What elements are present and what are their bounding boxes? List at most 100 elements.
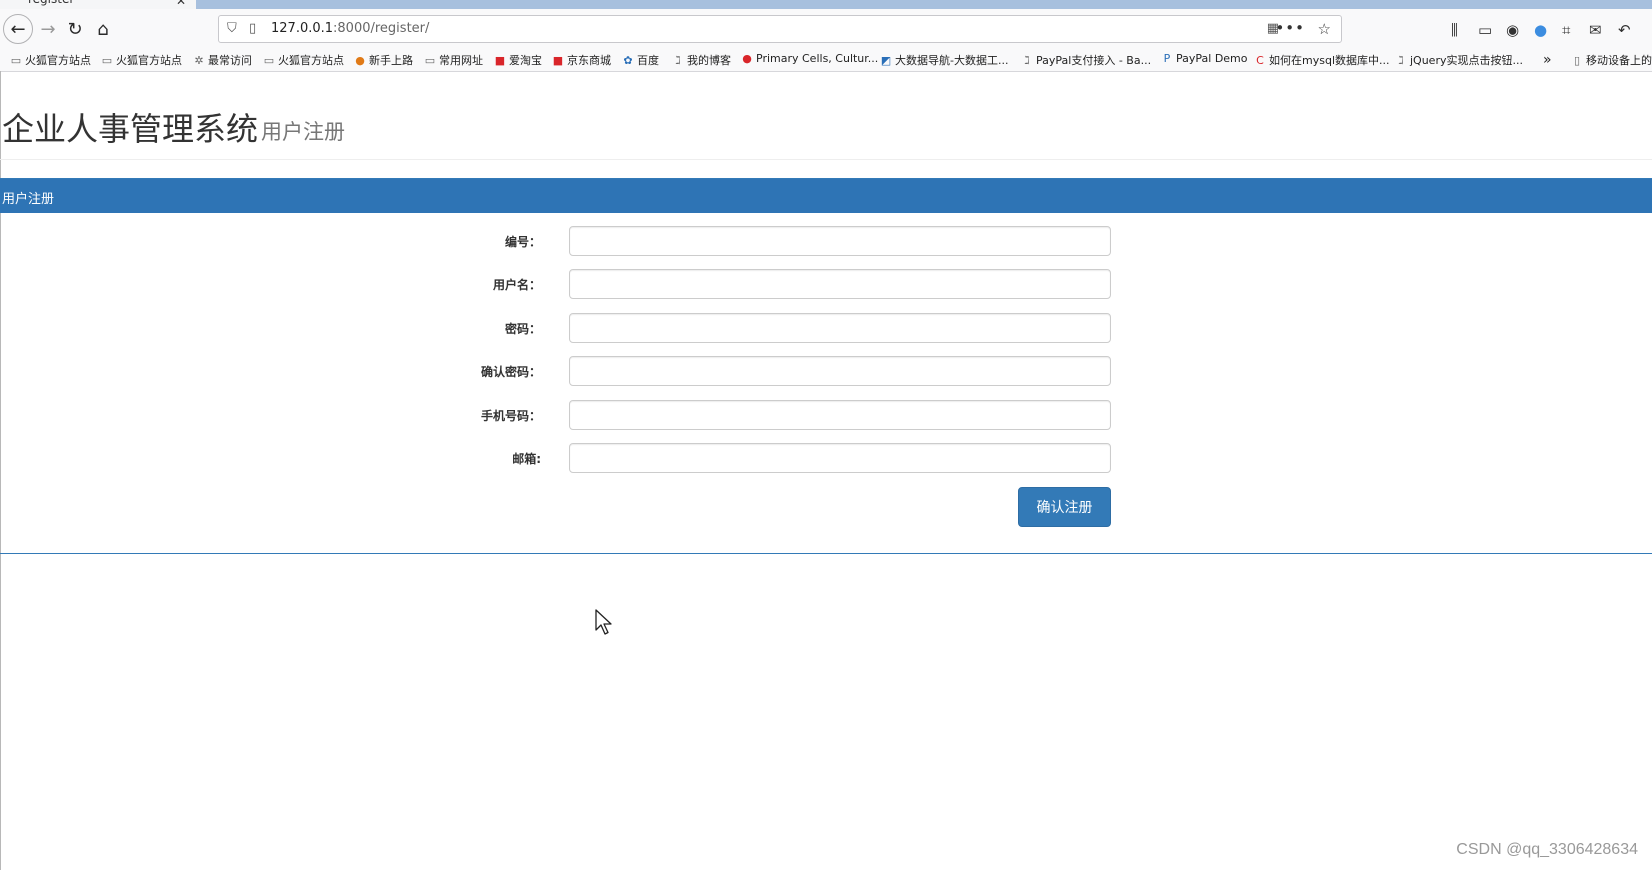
id-label: 编号：: [504, 235, 541, 249]
confirm-register-button[interactable]: 确认注册: [1018, 487, 1111, 527]
panel-heading-text: 用户注册: [2, 192, 55, 207]
home-icon[interactable]: ⌂: [88, 14, 118, 44]
mouse-cursor-icon: [595, 609, 612, 635]
bookmark-label: 我的博客: [687, 54, 731, 67]
bookmark-item[interactable]: ▭ 常用网址: [424, 52, 483, 68]
panel-heading: 用户注册: [0, 179, 1652, 213]
back-icon[interactable]: ←: [3, 14, 33, 44]
folder-icon: ▭: [101, 53, 113, 67]
form-row-confirm-password: 确认密码：: [0, 356, 1652, 388]
bookmark-item[interactable]: ℷ PayPal支付接入 - Ba...: [1021, 52, 1151, 68]
form-row-username: 用户名：: [0, 269, 1652, 301]
username-input[interactable]: [569, 269, 1111, 299]
url-text[interactable]: 127.0.0.1:8000/register/: [271, 21, 429, 36]
bookmark-label: 爱淘宝: [509, 54, 542, 67]
bookmark-label: 火狐官方站点: [116, 54, 182, 67]
overflow-label: »: [1543, 52, 1552, 68]
email-label: 邮箱:: [512, 452, 541, 466]
library-icon[interactable]: ⫼: [1451, 21, 1458, 39]
bookmark-item[interactable]: ✿ 百度: [622, 52, 659, 68]
folder-icon: ▭: [10, 53, 22, 67]
site-icon: ●: [742, 52, 752, 65]
password-input[interactable]: [569, 313, 1111, 343]
paypal-icon: P: [1163, 52, 1171, 65]
bookmark-item[interactable]: ▭ 火狐官方站点: [263, 52, 344, 68]
tab-title: register: [28, 0, 74, 6]
url-host: 127.0.0.1: [271, 21, 334, 36]
chat-icon[interactable]: ✉: [1589, 21, 1602, 39]
bookmark-item[interactable]: ◩ 大数据导航-大数据工...: [880, 52, 1009, 68]
jd-icon: ■: [552, 53, 564, 67]
taobao-icon: ■: [494, 53, 506, 67]
account-icon[interactable]: ◉: [1506, 21, 1519, 39]
url-path: :8000/register/: [333, 21, 430, 36]
blog-icon: ℷ: [1024, 53, 1030, 67]
phone-label: 手机号码：: [480, 409, 541, 423]
bookmark-label: 百度: [637, 54, 659, 67]
page-title: 企业人事管理系统: [2, 110, 259, 148]
form-row-email: 邮箱:: [0, 443, 1652, 475]
bookmark-item[interactable]: ℷ 我的博客: [672, 52, 731, 68]
sidebar-icon[interactable]: ▭: [1478, 21, 1492, 39]
bookmark-item[interactable]: ▯ 移动设备上的书签: [1571, 52, 1652, 68]
form-row-password: 密码：: [0, 313, 1652, 345]
page-info-icon[interactable]: ▯: [249, 21, 256, 36]
bookmark-item[interactable]: P PayPal Demo: [1161, 52, 1248, 65]
gear-icon: ✲: [194, 53, 204, 67]
header-divider: [0, 159, 1652, 160]
firefox-icon: ●: [355, 53, 365, 67]
tab-close-icon[interactable]: ✕: [176, 0, 186, 8]
email-input[interactable]: [569, 443, 1111, 473]
extension-globe-icon[interactable]: ●: [1534, 21, 1547, 39]
bookmark-item[interactable]: ▭ 火狐官方站点: [101, 52, 182, 68]
username-label: 用户名：: [492, 278, 541, 292]
bookmark-item[interactable]: ■ 京东商城: [552, 52, 611, 68]
id-input[interactable]: [569, 226, 1111, 256]
crop-icon[interactable]: ⌗: [1562, 21, 1570, 39]
csdn-icon: C: [1256, 53, 1264, 67]
bookmark-item[interactable]: ℷ jQuery实现点击按钮...: [1395, 52, 1523, 68]
bookmark-star-icon[interactable]: ☆: [1318, 20, 1331, 38]
bookmark-item[interactable]: ● 新手上路: [354, 52, 413, 68]
forward-icon[interactable]: →: [33, 14, 63, 44]
bookmark-label: Primary Cells, Cultur...: [756, 52, 879, 65]
watermark: CSDN @qq_3306428634: [1456, 841, 1638, 858]
undo-icon[interactable]: ↶: [1618, 21, 1631, 39]
bookmarks-bar: ▭ 火狐官方站点 ▭ 火狐官方站点 ✲ 最常访问 ▭ 火狐官方站点 ● 新手上路 ▭ 常用网…: [0, 49, 1652, 72]
confirm-password-input[interactable]: [569, 356, 1111, 386]
site-icon: ◩: [880, 53, 892, 67]
navigation-toolbar: ← → ↻ ⌂ ⛉ ▯ 127.0.0.1:8000/register/ ▦ •…: [0, 9, 1652, 49]
bookmark-label: 如何在mysql数据库中...: [1269, 54, 1390, 67]
bookmark-item[interactable]: ✲ 最常访问: [193, 52, 252, 68]
baidu-icon: ✿: [623, 53, 633, 67]
bookmark-label: 常用网址: [439, 54, 483, 67]
bookmark-label: 移动设备上的书签: [1586, 54, 1652, 67]
bookmark-label: jQuery实现点击按钮...: [1410, 54, 1523, 67]
bookmark-label: 火狐官方站点: [278, 54, 344, 67]
folder-icon: ▭: [424, 53, 436, 67]
bookmark-label: 京东商城: [567, 54, 611, 67]
blog-icon: ℷ: [1398, 53, 1404, 67]
tab-strip-background: [196, 0, 1652, 9]
folder-icon: ▭: [263, 53, 275, 67]
form-row-phone: 手机号码：: [0, 400, 1652, 432]
page-subtitle: 用户注册: [261, 120, 345, 144]
bookmarks-overflow-icon[interactable]: »: [1543, 52, 1552, 68]
bookmark-item[interactable]: C 如何在mysql数据库中...: [1254, 52, 1389, 68]
bookmark-item[interactable]: ▭ 火狐官方站点: [10, 52, 91, 68]
reload-icon[interactable]: ↻: [60, 14, 90, 44]
tab-register[interactable]: register ✕: [0, 0, 197, 9]
bookmark-label: 火狐官方站点: [25, 54, 91, 67]
bookmark-label: 大数据导航-大数据工...: [895, 54, 1009, 67]
more-actions-icon[interactable]: •••: [1275, 19, 1305, 37]
bookmark-item[interactable]: ● Primary Cells, Cultur...: [741, 52, 878, 65]
password-label: 密码：: [504, 322, 541, 336]
bookmark-label: PayPal Demo: [1176, 52, 1248, 65]
bookmark-item[interactable]: ■ 爱淘宝: [494, 52, 542, 68]
blog-icon: ℷ: [675, 53, 681, 67]
shield-icon[interactable]: ⛉: [227, 21, 237, 36]
bookmark-label: 新手上路: [369, 54, 413, 67]
phone-input[interactable]: [569, 400, 1111, 430]
confirm-password-label: 确认密码：: [480, 365, 541, 379]
address-bar[interactable]: ⛉ ▯ 127.0.0.1:8000/register/ ▦ ••• ☆: [218, 15, 1342, 43]
